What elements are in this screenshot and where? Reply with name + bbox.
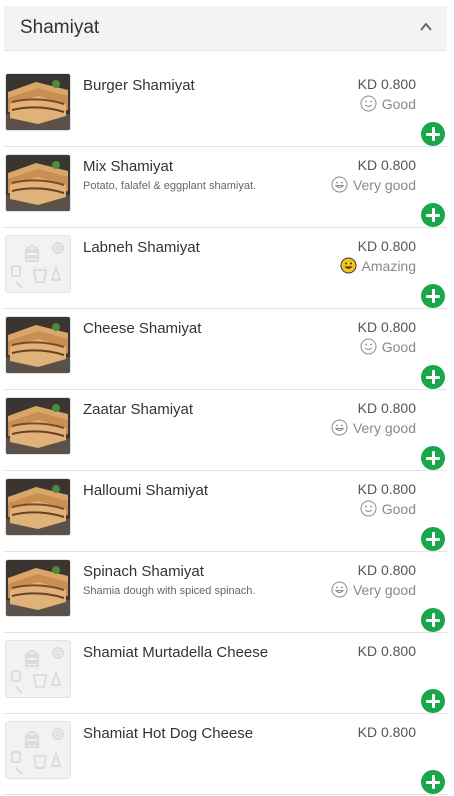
add-to-cart-button[interactable]	[421, 446, 445, 470]
placeholder-image	[5, 235, 71, 293]
add-to-cart-button[interactable]	[421, 365, 445, 389]
add-to-cart-button[interactable]	[421, 203, 445, 227]
menu-item[interactable]: Mix Shamiyat Potato, falafel & eggplant s…	[4, 147, 447, 228]
section-title: Shamiyat	[20, 17, 100, 38]
menu-item[interactable]: Spinach Shamiyat Shamia dough with spiced…	[4, 552, 447, 633]
item-price: KD 0.800	[357, 643, 416, 659]
menu-item[interactable]: Burger Shamiyat KD 0.800 Good	[4, 66, 447, 147]
add-to-cart-button[interactable]	[421, 527, 445, 551]
chevron-up-icon[interactable]	[419, 20, 433, 34]
placeholder-image	[5, 721, 71, 779]
item-photo	[5, 73, 71, 131]
item-name: Halloumi Shamiyat	[83, 482, 209, 499]
item-price: KD 0.800	[357, 562, 416, 578]
menu-item[interactable]: Zaatar Shamiyat KD 0.800 Very good	[4, 390, 447, 471]
placeholder-image	[5, 640, 71, 698]
item-rating: Good	[360, 500, 416, 517]
rating-label: Very good	[352, 581, 416, 598]
item-name: Shamiat Hot Dog Cheese	[83, 725, 254, 742]
item-rating: Very good	[331, 581, 416, 598]
menu-item[interactable]: Labneh Shamiyat KD 0.800 Amazing	[4, 228, 447, 309]
item-name: Zaatar Shamiyat	[83, 401, 194, 418]
item-rating: Very good	[331, 176, 416, 193]
item-name: Shamiat Murtadella Cheese	[83, 644, 269, 661]
item-price: KD 0.800	[357, 238, 416, 254]
smile-outline-icon	[360, 500, 377, 517]
yellow-grin-icon	[340, 257, 357, 274]
menu-item[interactable]: Halloumi Shamiyat KD 0.800 Good	[4, 471, 447, 552]
item-description: Potato, falafel & eggplant shamiyat.	[83, 180, 257, 192]
item-price: KD 0.800	[357, 319, 416, 335]
item-description: Shamia dough with spiced spinach.	[83, 585, 256, 597]
item-photo	[5, 397, 71, 455]
item-rating: Good	[360, 95, 416, 112]
item-name: Burger Shamiyat	[83, 77, 195, 94]
add-to-cart-button[interactable]	[421, 122, 445, 146]
rating-label: Good	[381, 338, 416, 355]
add-to-cart-button[interactable]	[421, 608, 445, 632]
item-rating: Very good	[331, 419, 416, 436]
grin-outline-icon	[331, 581, 348, 598]
item-name: Mix Shamiyat	[83, 158, 174, 175]
item-photo	[5, 478, 71, 536]
item-price: KD 0.800	[357, 481, 416, 497]
item-name: Cheese Shamiyat	[83, 320, 202, 337]
rating-label: Good	[381, 95, 416, 112]
section-header[interactable]: Shamiyat	[4, 6, 447, 51]
menu-item[interactable]: Cheese Shamiyat KD 0.800 Good	[4, 309, 447, 390]
item-photo	[5, 559, 71, 617]
add-to-cart-button[interactable]	[421, 284, 445, 308]
rating-label: Amazing	[361, 257, 416, 274]
item-price: KD 0.800	[357, 400, 416, 416]
smile-outline-icon	[360, 95, 377, 112]
rating-label: Good	[381, 500, 416, 517]
add-to-cart-button[interactable]	[421, 689, 445, 713]
item-price: KD 0.800	[357, 724, 416, 740]
rating-label: Very good	[352, 176, 416, 193]
menu-item[interactable]: Shamiat Murtadella Cheese KD 0.800	[4, 633, 447, 714]
item-rating: Amazing	[340, 257, 416, 274]
item-name: Spinach Shamiyat	[83, 563, 204, 580]
smile-outline-icon	[360, 338, 377, 355]
grin-outline-icon	[331, 419, 348, 436]
add-to-cart-button[interactable]	[421, 770, 445, 794]
item-name: Labneh Shamiyat	[83, 239, 200, 256]
item-price: KD 0.800	[357, 157, 416, 173]
item-price: KD 0.800	[357, 76, 416, 92]
item-photo	[5, 316, 71, 374]
menu-item[interactable]: Shamiat Hot Dog Cheese KD 0.800	[4, 714, 447, 795]
item-photo	[5, 154, 71, 212]
item-rating: Good	[360, 338, 416, 355]
rating-label: Very good	[352, 419, 416, 436]
grin-outline-icon	[331, 176, 348, 193]
